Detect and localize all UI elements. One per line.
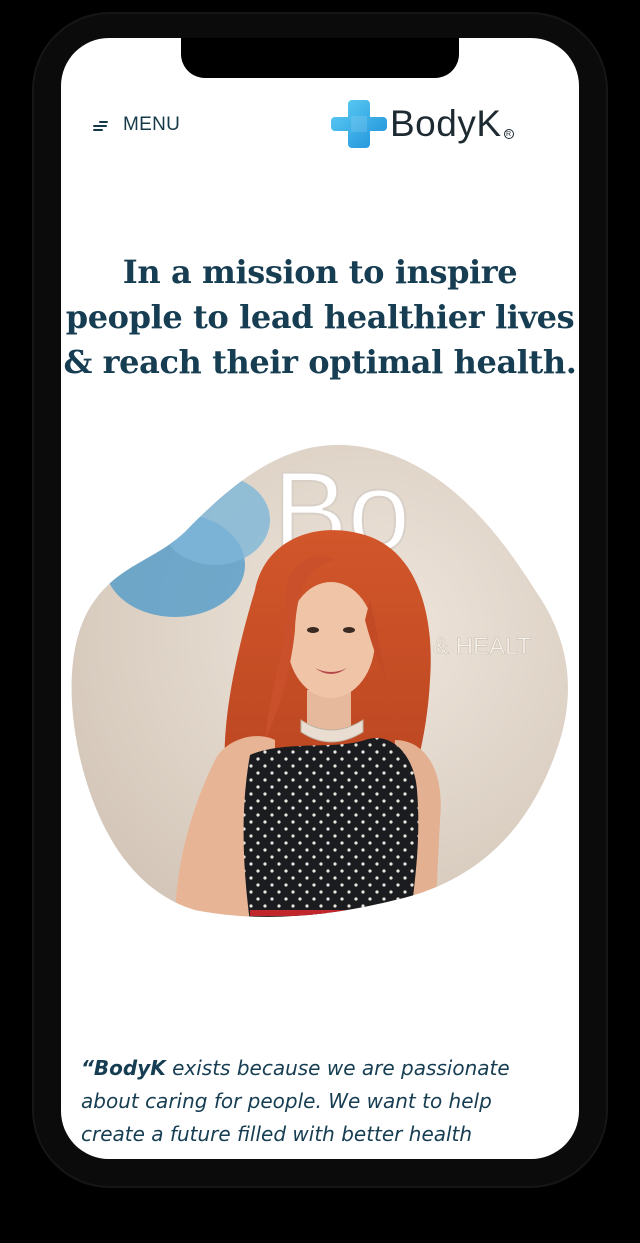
quote-line-2: about caring for people. We want to help — [81, 1089, 492, 1113]
quote-line-3: create a future filled with better healt… — [81, 1122, 473, 1146]
quote-line-1: “BodyK exists because we are passionate — [81, 1052, 561, 1085]
brand-logo[interactable]: BodyK R — [331, 95, 514, 153]
hero-headline: In a mission to inspire people to lead h… — [61, 250, 579, 385]
founder-quote: “BodyK exists because we are passionate … — [81, 1052, 561, 1151]
registered-mark: R — [503, 129, 514, 139]
founder-photo: Bo NESS & HEALT — [71, 444, 568, 917]
medical-cross-icon — [331, 100, 387, 148]
menu-label: MENU — [123, 114, 181, 135]
screen: MENU BodyK R In a mission to inspire peo… — [61, 38, 579, 1159]
phone-notch — [181, 38, 459, 78]
headline-line: people to lead healthier lives — [65, 298, 575, 336]
hamburger-menu-icon — [91, 118, 109, 132]
headline-line: In a mission to inspire — [122, 253, 518, 291]
headline-line: & reach their optimal health. — [63, 343, 577, 381]
quote-line-1-text: exists because we are passionate — [165, 1056, 510, 1080]
logo-wordmark: BodyK — [390, 103, 502, 144]
quote-brand: BodyK — [93, 1056, 166, 1080]
quote-open-mark: “ — [81, 1056, 94, 1080]
menu-button[interactable]: MENU — [91, 110, 180, 140]
